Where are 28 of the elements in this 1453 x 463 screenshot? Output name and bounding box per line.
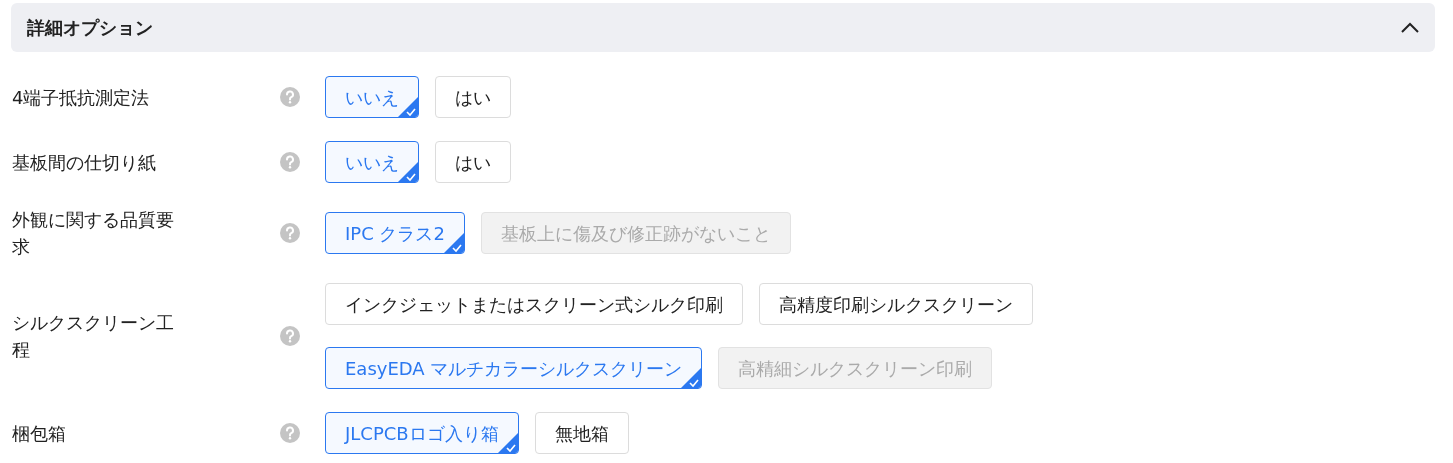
field-label: 基板間の仕切り紙 [11, 150, 157, 175]
option-button[interactable]: 無地箱 [534, 412, 629, 454]
option-button[interactable]: JLCPCBロゴ入り箱 [325, 412, 519, 454]
option-button[interactable]: インクジェットまたはスクリーン式シルク印刷 [325, 283, 743, 325]
help-icon[interactable] [280, 326, 300, 346]
option-button[interactable]: IPC クラス2 [325, 212, 465, 254]
check-icon [398, 162, 418, 182]
check-icon [681, 368, 702, 388]
help-icon[interactable] [280, 223, 300, 243]
option-button[interactable]: 高精度印刷シルクスクリーン [759, 283, 1033, 325]
option-button[interactable]: EasyEDA マルチカラーシルクスクリーン [325, 347, 703, 389]
check-icon [443, 233, 464, 253]
check-icon [398, 97, 418, 117]
section-header[interactable]: 詳細オプション [11, 3, 1435, 52]
option-button[interactable]: はい [435, 141, 511, 183]
option-button[interactable]: いいえ [325, 141, 419, 183]
help-icon[interactable] [280, 152, 300, 172]
help-icon[interactable] [280, 423, 300, 443]
section-title: 詳細オプション [27, 16, 153, 40]
check-icon [497, 433, 518, 453]
field-label: 外観に関する品質要求 [11, 208, 175, 259]
field-label: 梱包箱 [11, 421, 67, 446]
option-button[interactable]: はい [435, 76, 511, 118]
chevron-up-icon [1401, 22, 1419, 33]
field-label: 4端子抵抗測定法 [11, 85, 151, 110]
help-icon[interactable] [280, 87, 300, 107]
field-label: シルクスクリーン工程 [11, 311, 175, 362]
option-button[interactable]: いいえ [325, 76, 419, 118]
